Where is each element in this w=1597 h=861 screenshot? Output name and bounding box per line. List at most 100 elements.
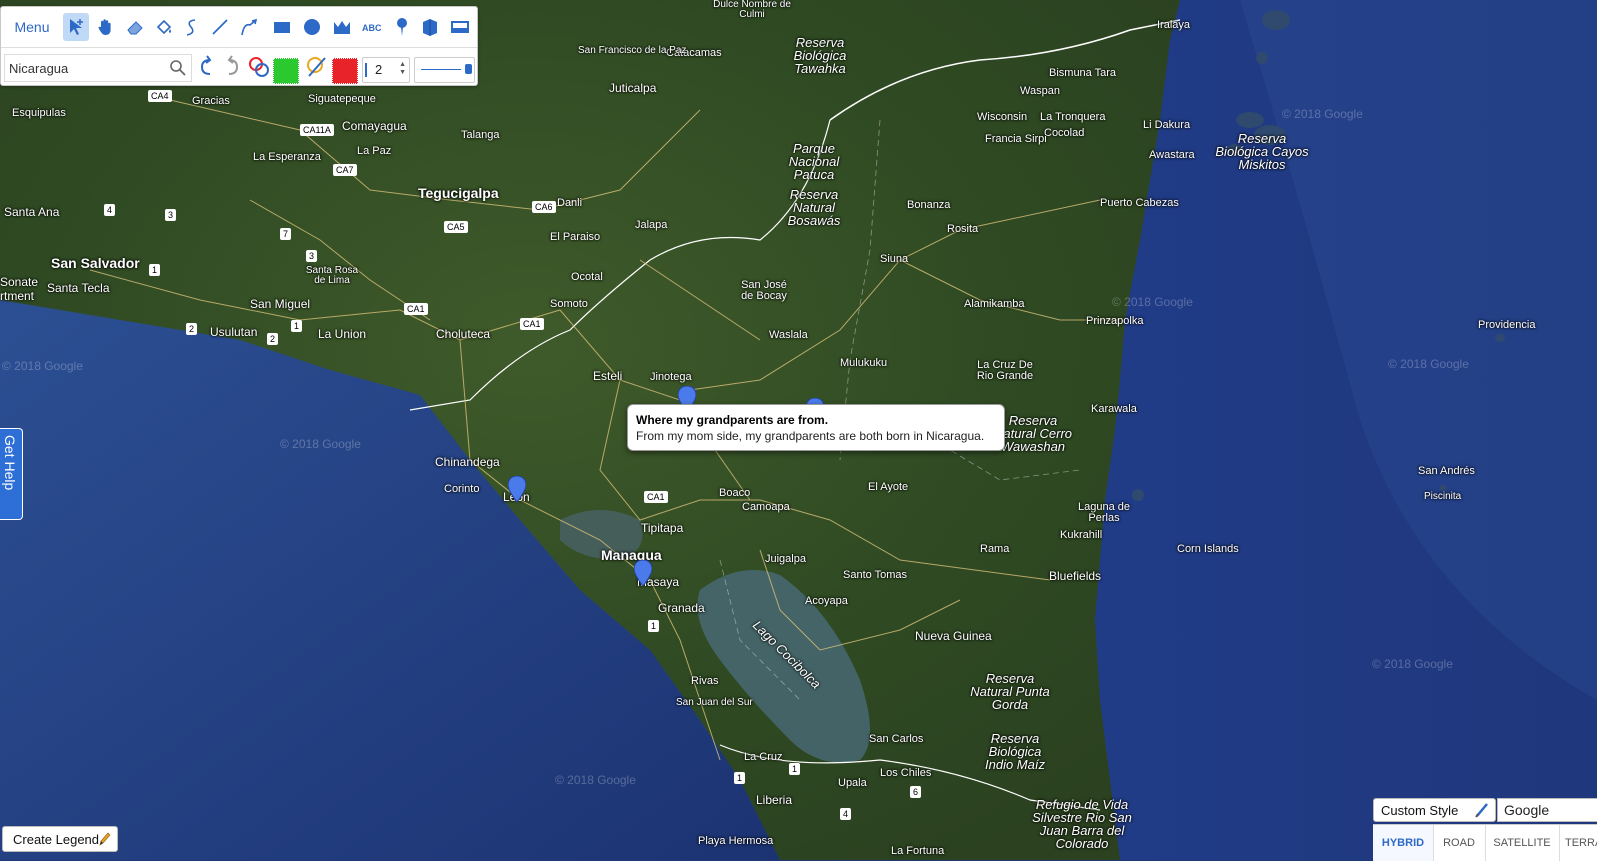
road-shield: 1 xyxy=(149,264,161,276)
map-label: Tipitapa xyxy=(641,521,684,535)
line-width-icon xyxy=(365,63,372,77)
map-type-tab-road[interactable]: ROAD xyxy=(1433,825,1486,861)
map-label: La Cruz xyxy=(744,751,783,763)
map-label-reserve: Reserva Natural Bosawás xyxy=(787,187,841,228)
map-label-reserve: Reserva Biológica Tawahka xyxy=(793,35,847,76)
map-label: San Francisco de la Paz xyxy=(578,45,687,56)
road-shield: CA1 xyxy=(644,491,668,503)
image-tool-button[interactable] xyxy=(447,13,473,41)
map-label: Camoapa xyxy=(742,501,790,513)
polygon-tool-button[interactable] xyxy=(329,13,355,41)
road-shield: 6 xyxy=(910,786,922,798)
map-label-reserve: Reserva Biológica Indio Maíz xyxy=(985,731,1045,772)
fill-icon xyxy=(156,19,172,35)
map-label-tegucigalpa: Tegucigalpa xyxy=(418,185,499,201)
brush-icon xyxy=(1475,803,1488,818)
road-shield: 2 xyxy=(186,323,198,335)
map-type-tab-satellite[interactable]: SATELLITE xyxy=(1485,825,1560,861)
text-tool-button[interactable]: ABC xyxy=(359,13,385,41)
map-label: Awastara xyxy=(1149,149,1195,161)
map-type-tab-hybrid[interactable]: HYBRID xyxy=(1373,825,1434,861)
road-shield: CA5 xyxy=(444,221,468,233)
map-label: Cocolad xyxy=(1044,127,1085,139)
map-label-reserve: Refugio de Vida Silvestre Rio San Juan B… xyxy=(1032,797,1132,851)
map-watermark: © 2018 Google xyxy=(1282,107,1363,121)
fill-color-icon[interactable] xyxy=(247,52,271,82)
custom-style-button[interactable]: Custom Style xyxy=(1373,798,1496,822)
eraser-tool-button[interactable] xyxy=(122,13,148,41)
menu-button[interactable]: Menu xyxy=(9,15,55,39)
map-label: Kukrahill xyxy=(1060,529,1103,541)
map-label: Danli xyxy=(557,197,583,209)
create-legend-button[interactable]: Create Legend xyxy=(2,826,118,852)
marker-pin-leon[interactable] xyxy=(508,476,526,502)
map-label: Prinzapolka xyxy=(1086,315,1144,327)
rectangle-tool-button[interactable] xyxy=(269,13,295,41)
marker-info-popup: Where my grandparents are from. From my … xyxy=(627,404,1005,451)
stroke-color-icon[interactable] xyxy=(305,52,329,82)
eraser-icon xyxy=(127,21,143,35)
svg-text:ABC: ABC xyxy=(362,23,382,33)
freehand-tool-button[interactable] xyxy=(179,13,205,41)
map-type-tab-terrain[interactable]: TERRAIN xyxy=(1559,825,1597,861)
map-label: La Esperanza xyxy=(253,151,321,163)
map-label: Wisconsin xyxy=(977,111,1028,123)
marker-pin-managua[interactable] xyxy=(634,560,652,586)
map-watermark: © 2018 Google xyxy=(280,437,361,451)
fill-tool-button[interactable] xyxy=(151,13,177,41)
map-label: Dulce Nombre de Culmi xyxy=(713,0,791,20)
map-label: Corinto xyxy=(444,483,480,495)
search-input[interactable] xyxy=(5,55,173,81)
search-icon[interactable] xyxy=(169,59,187,77)
map-label: San José de Bocay xyxy=(741,279,787,302)
select-icon xyxy=(70,19,83,35)
line-tool-button[interactable] xyxy=(207,13,233,41)
text-icon: ABC xyxy=(362,23,382,33)
map-label: La Cruz De Rio Grande xyxy=(976,359,1034,382)
pan-tool-button[interactable] xyxy=(93,13,119,41)
fill-color-swatch[interactable] xyxy=(273,58,299,84)
map-label: Nueva Guinea xyxy=(915,629,992,643)
road-shield: 2 xyxy=(267,333,279,345)
3d-shape-icon xyxy=(423,19,437,36)
stroke-color-swatch[interactable] xyxy=(332,58,358,84)
map-label: Jinotega xyxy=(650,371,692,383)
select-tool-button[interactable] xyxy=(63,13,89,41)
map-label: Rama xyxy=(980,543,1010,555)
image-icon xyxy=(451,21,469,33)
map-watermark: © 2018 Google xyxy=(555,773,636,787)
polygon-icon xyxy=(334,21,350,34)
map-label: Comayagua xyxy=(342,119,407,133)
map-label: rtment xyxy=(0,289,35,303)
polyline-tool-button[interactable] xyxy=(237,13,263,41)
line-width-stepper[interactable]: 2 ▲ ▼ xyxy=(362,57,410,83)
map-label: Karawala xyxy=(1091,403,1137,415)
map-label: Los Chiles xyxy=(880,767,932,779)
road-shield: 7 xyxy=(280,228,292,240)
road-shield: CA1 xyxy=(404,303,428,315)
map-label-reserve: Reserva Natural Punta Gorda xyxy=(970,671,1050,712)
map-label: La Paz xyxy=(357,145,392,157)
map-label: Ocotal xyxy=(571,271,603,283)
road-shield: 3 xyxy=(306,250,318,262)
map-label: Siuna xyxy=(880,253,909,265)
map-label: Siguatepeque xyxy=(308,93,376,105)
marker-tool-button[interactable] xyxy=(389,13,415,41)
road-shield: 3 xyxy=(165,209,177,221)
line-style-select[interactable] xyxy=(414,57,475,83)
map-label: Rosita xyxy=(947,223,979,235)
undo-icon[interactable] xyxy=(196,52,218,82)
map-label: Somoto xyxy=(550,298,588,310)
map-label: El Paraiso xyxy=(550,231,601,243)
circle-tool-button[interactable] xyxy=(299,13,325,41)
map-label: La Fortuna xyxy=(891,845,945,857)
map-label: Santa Rosa de Lima xyxy=(305,265,359,286)
3d-shape-tool-button[interactable] xyxy=(417,13,443,41)
map-label: San Miguel xyxy=(250,297,311,311)
custom-style-label: Custom Style xyxy=(1381,803,1459,818)
get-help-tab[interactable]: Get Help xyxy=(0,428,23,520)
map-label: Santa Ana xyxy=(4,205,60,219)
redo-icon[interactable] xyxy=(221,52,243,82)
map-label: Puerto Cabezas xyxy=(1100,197,1179,209)
map-provider-select[interactable]: Google xyxy=(1497,798,1597,822)
